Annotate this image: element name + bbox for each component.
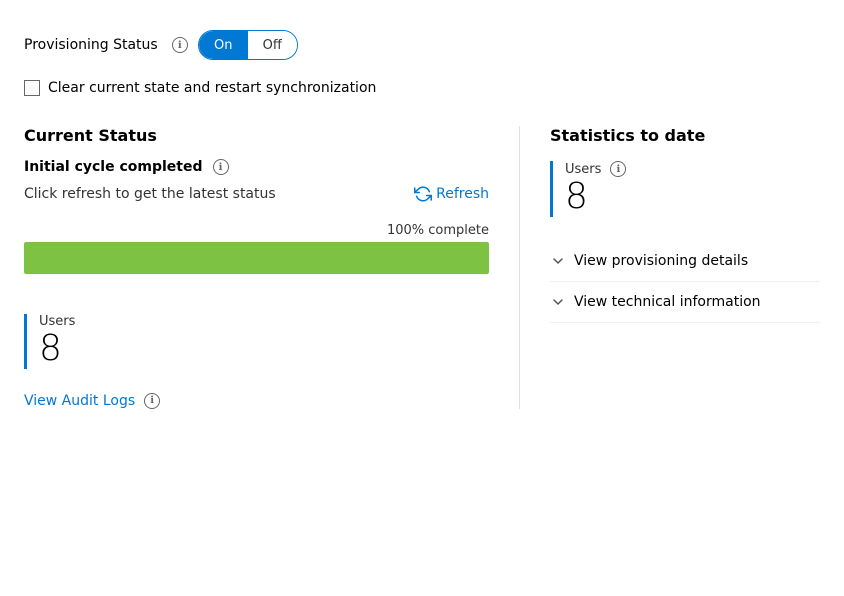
view-technical-information-label: View technical information — [574, 294, 761, 310]
clear-state-checkbox[interactable] — [24, 80, 40, 96]
view-provisioning-details-row[interactable]: View provisioning details — [550, 241, 820, 282]
refresh-row: Click refresh to get the latest status R… — [24, 185, 489, 203]
audit-logs-link[interactable]: View Audit Logs ℹ — [24, 393, 160, 409]
users-stat-block: Users 8 — [24, 314, 489, 369]
users-label: Users — [39, 314, 75, 329]
main-content: Current Status Initial cycle completed ℹ… — [24, 126, 820, 409]
provisioning-label: Provisioning Status — [24, 37, 158, 53]
view-provisioning-details-label: View provisioning details — [574, 253, 748, 269]
refresh-label: Refresh — [436, 186, 489, 202]
checkbox-row: Clear current state and restart synchron… — [24, 80, 820, 96]
current-status-title: Current Status — [24, 126, 489, 145]
view-technical-information-row[interactable]: View technical information — [550, 282, 820, 323]
right-users-count: 8 — [565, 177, 820, 217]
checkbox-label: Clear current state and restart synchron… — [48, 80, 376, 96]
users-count: 8 — [39, 329, 489, 369]
chevron-down-icon — [550, 253, 566, 269]
right-column: Statistics to date Users ℹ 8 View provis… — [520, 126, 820, 409]
refresh-icon — [414, 185, 432, 203]
progress-label: 100% complete — [24, 223, 489, 238]
provisioning-toggle[interactable]: On Off — [198, 30, 298, 60]
chevron-down-icon-2 — [550, 294, 566, 310]
toggle-on-button[interactable]: On — [199, 31, 248, 59]
progress-bar-fill — [24, 242, 489, 274]
status-text: Initial cycle completed — [24, 159, 203, 175]
status-line: Initial cycle completed ℹ — [24, 159, 489, 175]
statistics-title: Statistics to date — [550, 126, 820, 145]
right-users-stat-block: Users ℹ 8 — [550, 161, 820, 217]
bottom-stats: Users 8 View Audit Logs ℹ — [24, 314, 489, 409]
left-column: Current Status Initial cycle completed ℹ… — [24, 126, 520, 409]
progress-bar-track — [24, 242, 489, 274]
refresh-hint-text: Click refresh to get the latest status — [24, 186, 276, 202]
right-users-info-icon[interactable]: ℹ — [610, 161, 626, 177]
right-users-label: Users — [565, 162, 601, 177]
status-info-icon[interactable]: ℹ — [213, 159, 229, 175]
toggle-off-button[interactable]: Off — [248, 31, 297, 59]
audit-logs-label: View Audit Logs — [24, 393, 135, 409]
progress-section: 100% complete — [24, 223, 489, 274]
refresh-button[interactable]: Refresh — [414, 185, 489, 203]
provisioning-info-icon[interactable]: ℹ — [172, 37, 188, 53]
audit-info-icon[interactable]: ℹ — [144, 393, 160, 409]
provisioning-status-row: Provisioning Status ℹ On Off — [24, 30, 820, 60]
